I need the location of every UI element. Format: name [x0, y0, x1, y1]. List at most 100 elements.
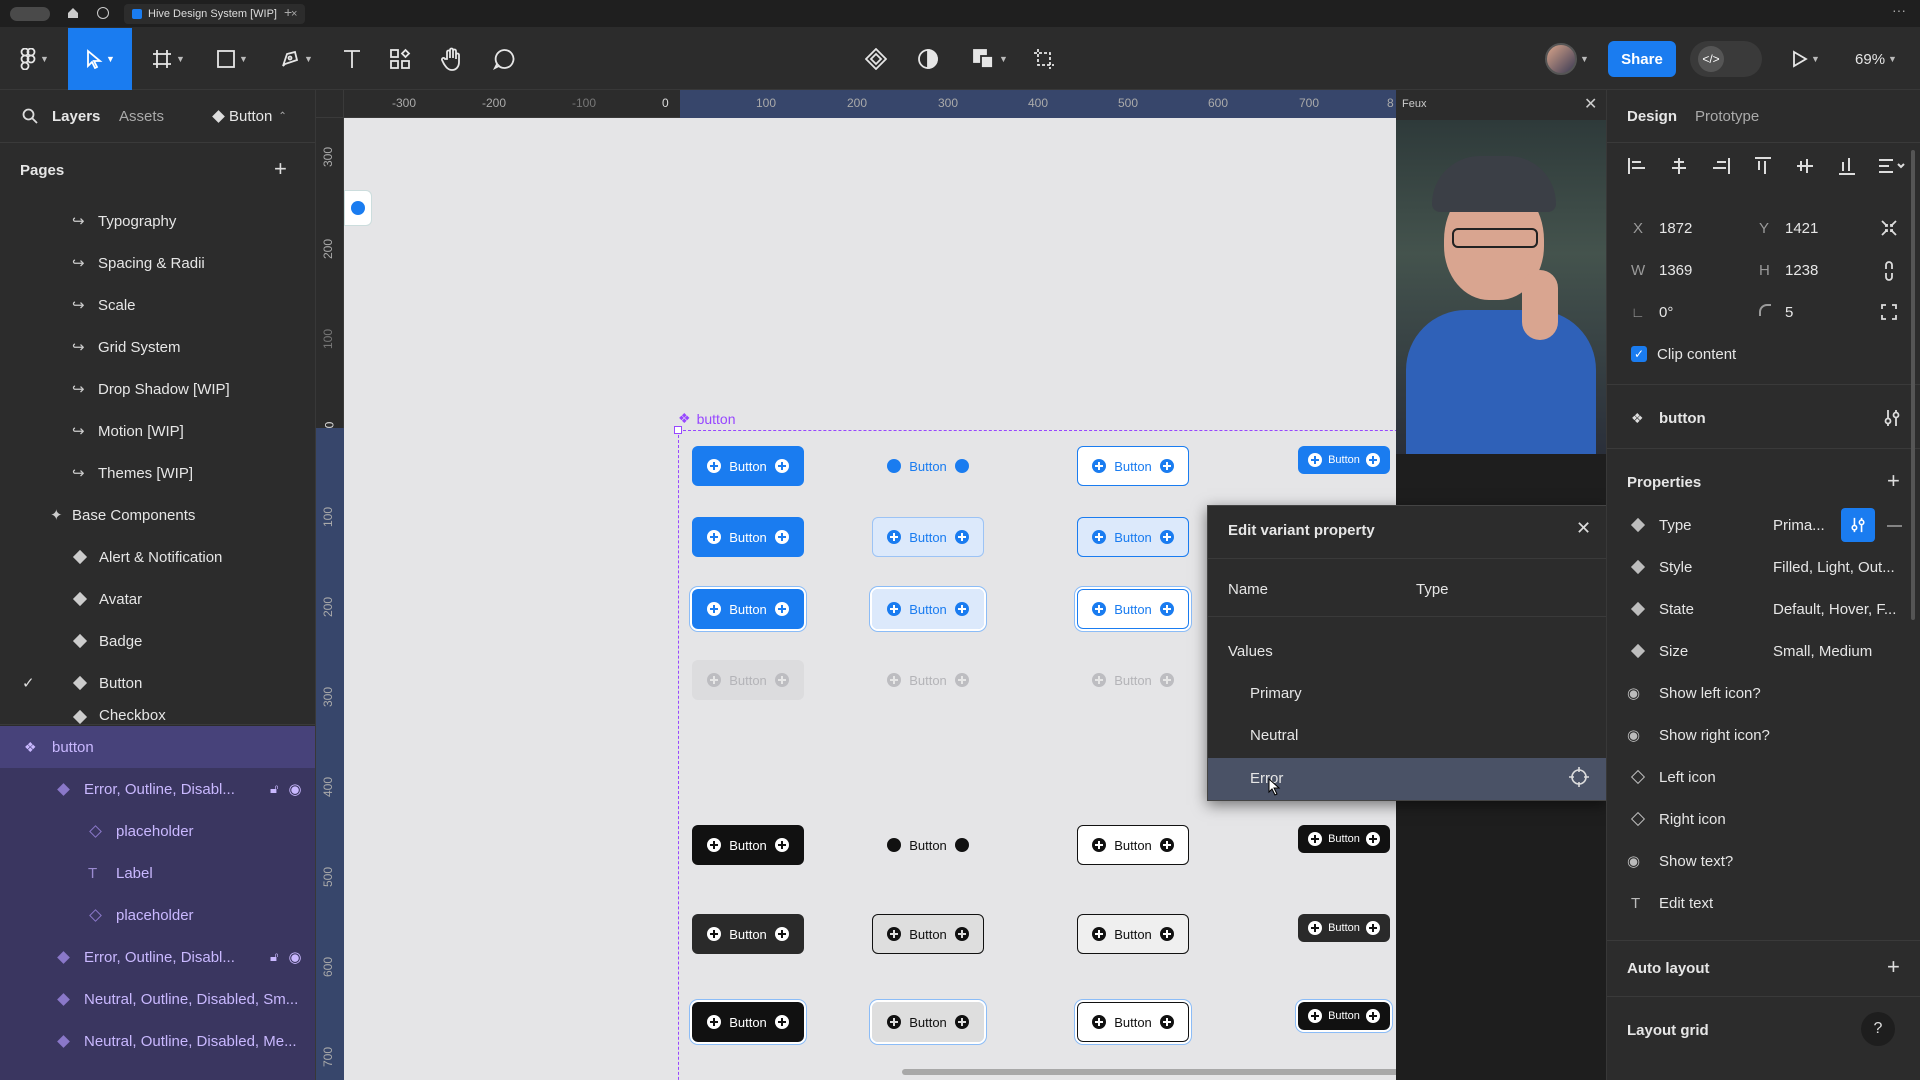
align-bottom-icon[interactable]: [1837, 156, 1857, 181]
rotation-input[interactable]: 0°: [1659, 304, 1673, 321]
add-auto-layout-icon[interactable]: +: [1887, 954, 1900, 980]
file-tab[interactable]: Hive Design System [WIP] ×: [124, 4, 306, 24]
value-item[interactable]: Neutral: [1250, 727, 1298, 744]
page-item[interactable]: ↪ Typography: [0, 200, 315, 242]
page-item[interactable]: ↪ Grid System: [0, 326, 315, 368]
page-item-base-components[interactable]: ✦ Base Components: [0, 494, 315, 536]
y-input[interactable]: 1421: [1785, 220, 1818, 237]
offscreen-component[interactable]: [344, 190, 372, 226]
button-variant[interactable]: Button: [692, 517, 804, 557]
layer-row[interactable]: Error, Outline, Disabl... 🔓︎ ◉: [0, 936, 315, 978]
component-page-switcher[interactable]: Button ⌃: [212, 108, 287, 125]
avatar-menu[interactable]: ▼: [1536, 28, 1598, 90]
move-tool-button[interactable]: ▼: [68, 28, 132, 90]
layer-row[interactable]: placeholder: [0, 894, 315, 936]
property-row-left-icon[interactable]: Left icon: [1627, 756, 1907, 798]
zoom-menu[interactable]: 69% ▼: [1846, 28, 1906, 90]
layer-row[interactable]: Neutral, Outline, Disabled, Me...: [0, 1020, 315, 1062]
target-icon[interactable]: [1568, 766, 1592, 790]
layer-row[interactable]: [0, 1062, 315, 1080]
right-panel-scrollbar[interactable]: [1911, 150, 1915, 620]
tab-design[interactable]: Design: [1627, 108, 1677, 125]
page-item[interactable]: ↪ Scale: [0, 284, 315, 326]
layer-row[interactable]: Neutral, Outline, Disabled, Sm...: [0, 978, 315, 1020]
page-item[interactable]: ↪ Themes [WIP]: [0, 452, 315, 494]
frame-handle[interactable]: [674, 426, 682, 434]
mask-button[interactable]: [912, 28, 944, 90]
tab-prototype[interactable]: Prototype: [1695, 108, 1759, 125]
main-menu-button[interactable]: ▼: [12, 28, 56, 90]
component-button[interactable]: [860, 28, 892, 90]
eye-icon[interactable]: ◉: [288, 780, 301, 798]
button-variant[interactable]: Button: [1298, 446, 1390, 474]
property-row-type[interactable]: Type Prima... —: [1627, 504, 1907, 546]
dev-mode-toggle[interactable]: </>: [1690, 41, 1762, 77]
independent-corners-icon[interactable]: [1879, 302, 1899, 327]
button-variant[interactable]: Button: [1298, 914, 1390, 942]
edit-property-icon[interactable]: [1841, 508, 1875, 542]
share-button[interactable]: Share: [1608, 41, 1676, 77]
component-settings-icon[interactable]: [1883, 408, 1901, 433]
button-variant[interactable]: Button: [692, 660, 804, 700]
button-variant[interactable]: Button: [690, 1000, 806, 1044]
align-right-icon[interactable]: [1711, 156, 1731, 181]
close-popup-icon[interactable]: ✕: [1576, 518, 1591, 539]
w-input[interactable]: 1369: [1659, 262, 1692, 279]
button-variant[interactable]: Button: [1077, 517, 1189, 557]
layer-row[interactable]: T Label: [0, 852, 315, 894]
button-variant[interactable]: Button: [870, 587, 986, 631]
crop-button[interactable]: [1028, 28, 1060, 90]
globe-icon[interactable]: [97, 7, 109, 19]
button-variant[interactable]: Button: [1077, 914, 1189, 954]
layer-row[interactable]: Error, Outline, Disabl... 🔓︎ ◉: [0, 768, 315, 810]
page-item-active[interactable]: ✓ Button: [0, 662, 315, 704]
present-button[interactable]: ▼: [1786, 28, 1826, 90]
button-variant[interactable]: Button: [872, 517, 984, 557]
x-input[interactable]: 1872: [1659, 220, 1692, 237]
corner-radius-input[interactable]: 5: [1785, 304, 1793, 321]
align-top-icon[interactable]: [1753, 156, 1773, 181]
frame-tool-button[interactable]: ▼: [144, 28, 192, 90]
property-row-size[interactable]: Size Small, Medium: [1627, 630, 1907, 672]
button-variant[interactable]: Button: [872, 660, 984, 700]
figma-menu-pill[interactable]: [10, 7, 50, 21]
property-row-right-icon[interactable]: Right icon: [1627, 798, 1907, 840]
help-button[interactable]: ?: [1861, 1012, 1895, 1046]
clip-content-checkbox[interactable]: ✓: [1631, 346, 1647, 362]
property-row-style[interactable]: Style Filled, Light, Out...: [1627, 546, 1907, 588]
distribute-icon[interactable]: [1877, 156, 1905, 181]
unlock-icon[interactable]: 🔓︎: [270, 949, 278, 965]
eye-icon[interactable]: ◉: [288, 948, 301, 966]
align-center-h-icon[interactable]: [1669, 156, 1689, 181]
constrain-proportions-icon[interactable]: [1883, 260, 1895, 287]
button-variant[interactable]: Button: [872, 446, 984, 486]
text-tool-button[interactable]: [332, 28, 372, 90]
button-variant[interactable]: Button: [692, 914, 804, 954]
page-item[interactable]: Avatar: [0, 578, 315, 620]
boolean-button[interactable]: ▼: [966, 28, 1014, 90]
button-variant[interactable]: Button: [1075, 587, 1191, 631]
video-overlay[interactable]: Feux ✕: [1396, 90, 1606, 454]
new-tab-icon[interactable]: +: [284, 4, 292, 20]
value-item[interactable]: Primary: [1250, 685, 1302, 702]
button-variant[interactable]: Button: [1077, 825, 1189, 865]
property-row-show-left-icon[interactable]: ◉ Show left icon?: [1627, 672, 1907, 714]
property-row-state[interactable]: State Default, Hover, F...: [1627, 588, 1907, 630]
more-icon[interactable]: ···: [1892, 2, 1906, 18]
button-variant[interactable]: Button: [1298, 825, 1390, 853]
close-video-icon[interactable]: ✕: [1584, 94, 1597, 114]
align-center-v-icon[interactable]: [1795, 156, 1815, 181]
pen-tool-button[interactable]: ▼: [272, 28, 320, 90]
button-variant[interactable]: Button: [1296, 1000, 1392, 1032]
tab-assets[interactable]: Assets: [119, 108, 164, 125]
comment-tool-button[interactable]: [484, 28, 524, 90]
tab-layers[interactable]: Layers: [52, 108, 100, 125]
constraints-icon[interactable]: [1879, 218, 1899, 243]
button-variant[interactable]: Button: [1077, 446, 1189, 486]
button-variant[interactable]: Button: [872, 825, 984, 865]
hand-tool-button[interactable]: [432, 28, 472, 90]
align-left-icon[interactable]: [1627, 156, 1647, 181]
shape-tool-button[interactable]: ▼: [208, 28, 256, 90]
h-input[interactable]: 1238: [1785, 262, 1818, 279]
layer-row-button[interactable]: ❖ button: [0, 726, 315, 768]
